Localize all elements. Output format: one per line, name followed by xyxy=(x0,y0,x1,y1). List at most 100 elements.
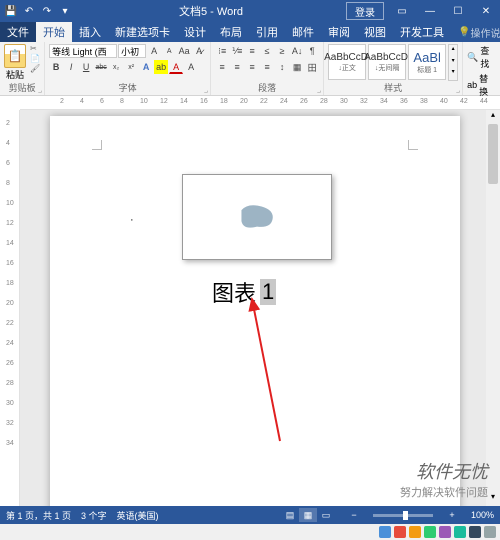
align-center-button[interactable]: ≡ xyxy=(230,60,244,74)
format-painter-button[interactable]: 🖌 xyxy=(30,64,40,73)
strike-button[interactable]: abc xyxy=(94,60,108,74)
tab-mailings[interactable]: 邮件 xyxy=(285,22,321,42)
zoom-level[interactable]: 100% xyxy=(471,510,494,520)
tray-icon[interactable] xyxy=(409,526,421,538)
document-area[interactable]: · 图表 1 xyxy=(20,110,500,506)
maximize-icon[interactable]: ☐ xyxy=(444,0,472,22)
tab-review[interactable]: 审阅 xyxy=(321,22,357,42)
tray-icon[interactable] xyxy=(379,526,391,538)
line-spacing-button[interactable]: ↕ xyxy=(275,60,289,74)
qat-more-icon[interactable]: ▾ xyxy=(58,4,72,18)
paste-button[interactable]: 📋 xyxy=(4,44,26,68)
italic-button[interactable]: I xyxy=(64,60,78,74)
show-marks-button[interactable]: ¶ xyxy=(305,44,319,58)
styles-up-icon[interactable]: ▴ xyxy=(449,45,457,57)
ribbon-options-icon[interactable]: ▭ xyxy=(388,0,416,22)
tab-developer[interactable]: 开发工具 xyxy=(393,22,451,42)
system-tray xyxy=(0,524,500,540)
style-no-spacing[interactable]: AaBbCcDi ↓无间隔 xyxy=(368,44,406,80)
minimize-icon[interactable]: — xyxy=(416,0,444,22)
tab-references[interactable]: 引用 xyxy=(249,22,285,42)
copy-button[interactable]: 📄 xyxy=(30,54,40,63)
save-icon[interactable]: 💾 xyxy=(4,4,18,18)
tray-icon[interactable] xyxy=(439,526,451,538)
justify-button[interactable]: ≡ xyxy=(260,60,274,74)
superscript-button[interactable]: x² xyxy=(124,60,138,74)
scrollbar-vertical[interactable]: ▴ ▾ xyxy=(486,110,500,506)
close-icon[interactable]: ✕ xyxy=(472,0,500,22)
inserted-image[interactable] xyxy=(182,174,332,260)
zoom-out-button[interactable]: − xyxy=(345,508,363,522)
view-print-icon[interactable]: ▦ xyxy=(299,508,317,522)
multilist-button[interactable]: ≡ xyxy=(245,44,259,58)
tray-icon[interactable] xyxy=(484,526,496,538)
undo-icon[interactable]: ↶ xyxy=(22,4,36,18)
tray-icon[interactable] xyxy=(454,526,466,538)
redo-icon[interactable]: ↷ xyxy=(40,4,54,18)
status-words[interactable]: 3 个字 xyxy=(81,509,107,522)
phonetic-button[interactable]: A xyxy=(184,60,198,74)
tab-newtab[interactable]: 新建选项卡 xyxy=(108,22,177,42)
caption-number-field[interactable]: 1 xyxy=(260,279,276,305)
status-language[interactable]: 英语(美国) xyxy=(117,509,159,522)
tab-insert[interactable]: 插入 xyxy=(72,22,108,42)
underline-button[interactable]: U xyxy=(79,60,93,74)
scroll-thumb[interactable] xyxy=(488,124,498,184)
login-button[interactable]: 登录 xyxy=(346,2,384,20)
replace-button[interactable]: ab 替换 xyxy=(467,72,496,98)
borders-button[interactable]: 田 xyxy=(305,60,319,74)
margin-mark-tr xyxy=(408,140,418,150)
font-size-select[interactable]: 小初 xyxy=(118,44,146,58)
numbering-button[interactable]: ⅟≡ xyxy=(230,44,244,58)
group-paragraph: ⁝≡ ⅟≡ ≡ ≤ ≥ A↓ ¶ ≡ ≡ ≡ ≡ ↕ ▦ 田 段落 xyxy=(211,42,324,95)
align-left-button[interactable]: ≡ xyxy=(215,60,229,74)
text-effects-button[interactable]: A xyxy=(139,60,153,74)
figure-caption[interactable]: 图表 1 xyxy=(212,276,276,308)
ruler-vertical[interactable]: 246810121416182022242628303234 xyxy=(0,110,20,506)
sort-button[interactable]: A↓ xyxy=(290,44,304,58)
page[interactable]: · 图表 1 xyxy=(50,116,460,506)
scroll-down-icon[interactable]: ▾ xyxy=(486,492,500,506)
tab-design[interactable]: 设计 xyxy=(177,22,213,42)
style-normal[interactable]: AaBbCcDi ↓正文 xyxy=(328,44,366,80)
tab-home[interactable]: 开始 xyxy=(36,22,72,42)
status-page[interactable]: 第 1 页，共 1 页 xyxy=(6,509,71,522)
bullets-button[interactable]: ⁝≡ xyxy=(215,44,229,58)
indent-button[interactable]: ≥ xyxy=(275,44,289,58)
grow-font-button[interactable]: A xyxy=(147,44,161,58)
align-right-button[interactable]: ≡ xyxy=(245,60,259,74)
font-color-button[interactable]: A xyxy=(169,60,183,74)
view-web-icon[interactable]: ▭ xyxy=(317,508,335,522)
text-cursor: · xyxy=(130,214,134,226)
shading-button[interactable]: ▦ xyxy=(290,60,304,74)
styles-more-icon[interactable]: ▾ xyxy=(449,68,457,80)
view-read-icon[interactable]: ▤ xyxy=(281,508,299,522)
tell-me-input[interactable]: 💡 操作说明搜索 xyxy=(451,22,500,42)
change-case-button[interactable]: Aa xyxy=(177,44,191,58)
bold-button[interactable]: B xyxy=(49,60,63,74)
styles-scroll[interactable]: ▴ ▾ ▾ xyxy=(448,44,458,81)
tray-icon[interactable] xyxy=(424,526,436,538)
highlight-button[interactable]: ab xyxy=(154,60,168,74)
ruler-horizontal[interactable]: 2468101214161820222426283032343638404244 xyxy=(20,96,500,110)
tab-view[interactable]: 视图 xyxy=(357,22,393,42)
styles-down-icon[interactable]: ▾ xyxy=(449,57,457,69)
tab-file[interactable]: 文件 xyxy=(0,22,36,42)
dedent-button[interactable]: ≤ xyxy=(260,44,274,58)
shrink-font-button[interactable]: A xyxy=(162,44,176,58)
zoom-in-button[interactable]: + xyxy=(443,508,461,522)
zoom-slider[interactable] xyxy=(373,514,433,517)
paragraph-label: 段落 xyxy=(215,81,319,95)
paste-label[interactable]: 粘贴 xyxy=(6,68,24,81)
font-name-select[interactable]: 等线 Light (西 xyxy=(49,44,117,58)
tray-icon[interactable] xyxy=(394,526,406,538)
status-bar: 第 1 页，共 1 页 3 个字 英语(美国) ▤ ▦ ▭ − + 100% xyxy=(0,506,500,524)
clear-format-button[interactable]: A̷ xyxy=(192,44,206,58)
subscript-button[interactable]: x₂ xyxy=(109,60,123,74)
style-heading1[interactable]: AaBl 标题 1 xyxy=(408,44,446,80)
find-button[interactable]: 🔍 查找 xyxy=(467,44,496,70)
tab-layout[interactable]: 布局 xyxy=(213,22,249,42)
tray-icon[interactable] xyxy=(469,526,481,538)
cut-button[interactable]: ✂ xyxy=(30,44,40,53)
scroll-up-icon[interactable]: ▴ xyxy=(486,110,500,124)
